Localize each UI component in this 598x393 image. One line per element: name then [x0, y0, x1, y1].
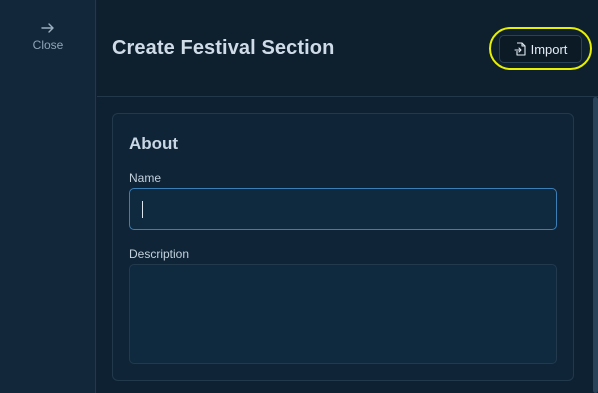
file-import-icon — [514, 42, 526, 56]
main-panel: Create Festival Section Import About Nam… — [97, 0, 598, 393]
scrollbar[interactable] — [592, 97, 598, 393]
form-content: About Name Description — [97, 97, 598, 393]
create-section-panel: Close Create Festival Section Import Abo… — [0, 0, 598, 393]
close-button[interactable]: Close — [24, 20, 72, 54]
left-rail: Close — [0, 0, 96, 393]
name-label: Name — [129, 171, 162, 185]
about-card: About Name Description — [112, 113, 574, 381]
section-title: About — [129, 134, 179, 153]
description-label: Description — [129, 247, 190, 261]
close-label: Close — [32, 38, 64, 52]
arrow-right-icon — [41, 23, 54, 33]
import-label: Import — [530, 41, 568, 57]
page-title: Create Festival Section — [112, 37, 335, 59]
import-button[interactable]: Import — [499, 35, 582, 63]
name-input[interactable] — [129, 188, 557, 230]
description-field[interactable] — [129, 264, 557, 364]
text-caret — [142, 201, 143, 218]
panel-header: Create Festival Section Import — [97, 0, 598, 97]
scrollbar-thumb[interactable] — [593, 97, 598, 393]
